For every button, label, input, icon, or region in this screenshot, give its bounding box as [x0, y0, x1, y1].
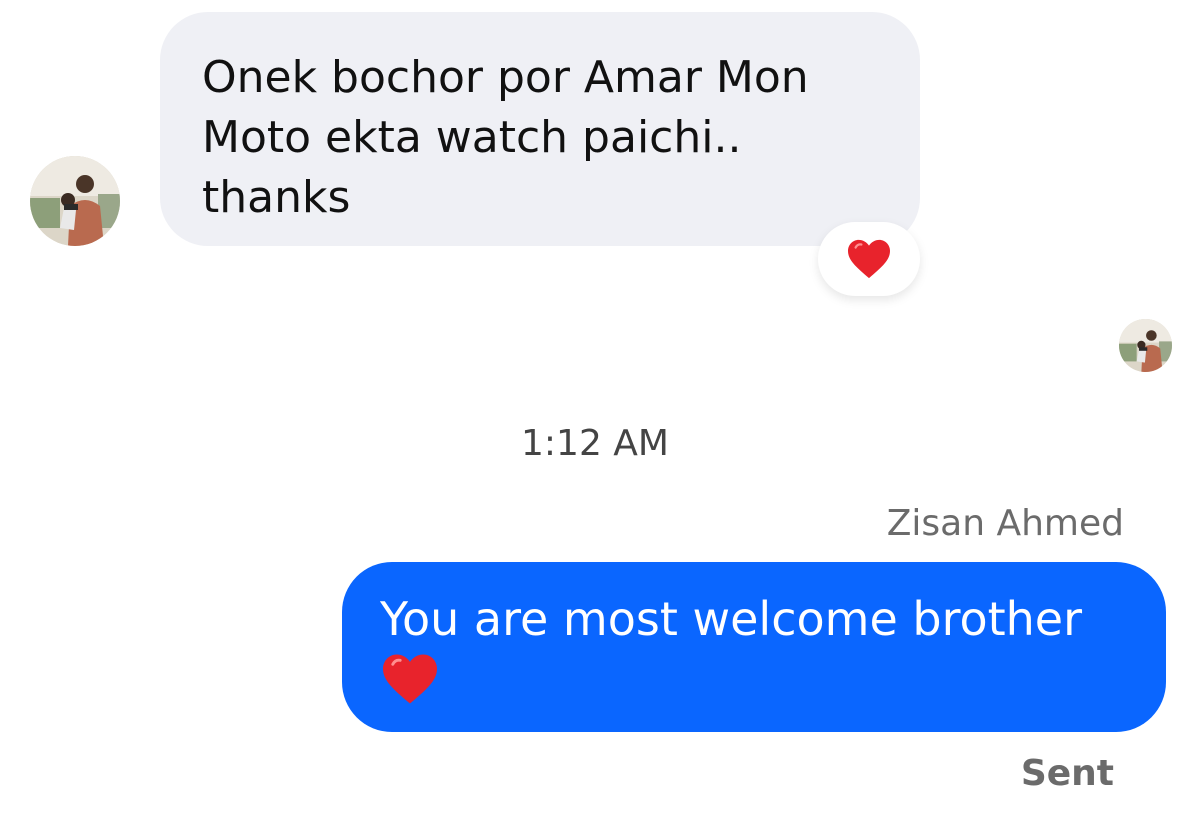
seen-indicator-avatar [1119, 319, 1172, 372]
message-timestamp: 1:12 AM [521, 423, 669, 464]
outgoing-message-text: You are most welcome brother [380, 592, 1083, 646]
heart-icon [848, 239, 890, 279]
outgoing-message-bubble[interactable]: You are most welcome brother [342, 562, 1166, 732]
heart-icon [383, 654, 437, 704]
message-status: Sent [1020, 753, 1114, 794]
incoming-message-bubble[interactable]: Onek bochor por Amar Mon Moto ekta watch… [160, 12, 920, 246]
contact-avatar[interactable] [30, 156, 120, 246]
sender-name: Zisan Ahmed [886, 503, 1124, 544]
message-reaction[interactable] [818, 222, 920, 296]
avatar-photo [1119, 319, 1172, 372]
avatar-photo [30, 156, 120, 246]
